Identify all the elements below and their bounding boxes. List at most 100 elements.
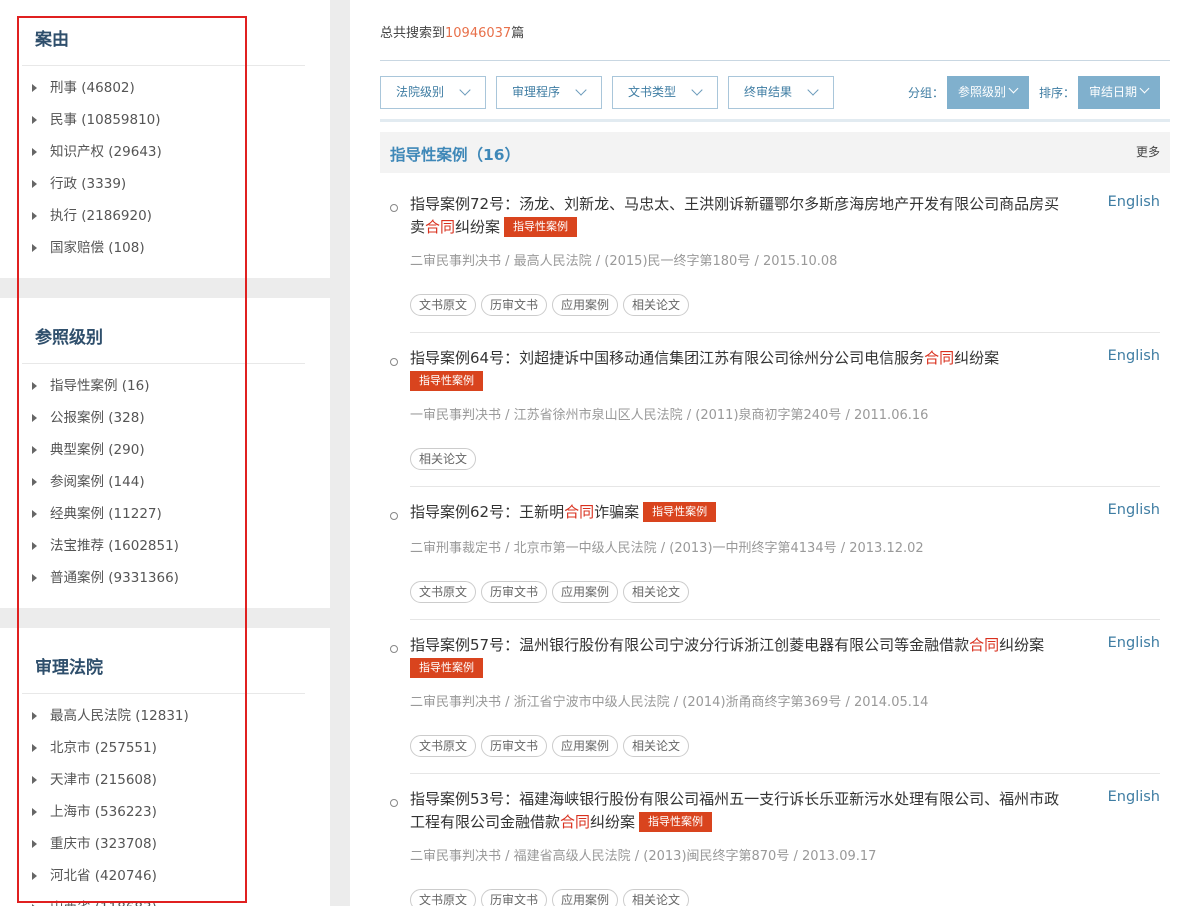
filter-label: 终审结果 xyxy=(744,85,793,99)
case-title-link[interactable]: 指导案例62号：王新明合同诈骗案 指导性案例 xyxy=(410,501,1105,524)
tag-history-documents[interactable]: 历审文书 xyxy=(481,294,548,316)
tag-applied-cases[interactable]: 应用案例 xyxy=(552,735,619,757)
sidebar-item-supreme-court[interactable]: 最高人民法院 (12831) xyxy=(32,700,305,732)
case-meta: 二审刑事裁定书 / 北京市第一中级人民法院 / (2013)一中刑终字第4134… xyxy=(410,541,924,556)
chevron-down-icon xyxy=(575,84,587,96)
tag-original-document[interactable]: 文书原文 xyxy=(410,735,477,757)
sidebar-item-label: 普通案例 (9331366) xyxy=(50,570,179,586)
tag-original-document[interactable]: 文书原文 xyxy=(410,889,477,906)
english-link[interactable]: English xyxy=(1108,348,1160,364)
sidebar-item-beijing[interactable]: 北京市 (257551) xyxy=(32,732,305,764)
english-link[interactable]: English xyxy=(1108,789,1160,805)
sidebar-item-criminal[interactable]: 刑事 (46802) xyxy=(32,72,305,104)
group-value: 参照级别 xyxy=(958,85,1007,99)
sidebar-item-chongqing[interactable]: 重庆市 (323708) xyxy=(32,828,305,860)
sidebar-section-cause: 案由 刑事 (46802) 民事 (10859810) 知识产权 (29643)… xyxy=(0,0,330,278)
sidebar-item-ip[interactable]: 知识产权 (29643) xyxy=(32,136,305,168)
case-title-link[interactable]: 指导案例57号：温州银行股份有限公司宁波分行诉浙江创菱电器有限公司等金融借款合同… xyxy=(410,634,1105,680)
caret-right-icon xyxy=(32,478,37,486)
sidebar-item-label: 民事 (10859810) xyxy=(50,112,161,128)
tag-original-document[interactable]: 文书原文 xyxy=(410,581,477,603)
sidebar-item-label: 上海市 (536223) xyxy=(50,804,157,820)
tag-related-papers[interactable]: 相关论文 xyxy=(623,889,690,906)
filter-bar: 法院级别 审理程序 文书类型 终审结果 分组： 参照级别 排序： 审结日期 xyxy=(380,76,1170,109)
tag-applied-cases[interactable]: 应用案例 xyxy=(552,581,619,603)
case-title-text: 诈骗案 xyxy=(594,503,640,521)
filter-court-level-dropdown[interactable]: 法院级别 xyxy=(380,76,486,109)
group-label: 分组： xyxy=(908,86,945,100)
sort-by-dropdown[interactable]: 审结日期 xyxy=(1078,76,1160,109)
case-tags: 文书原文 历审文书 应用案例 相关论文 xyxy=(410,735,694,757)
sidebar-item-label: 河北省 (420746) xyxy=(50,868,157,884)
sidebar-item-classic-cases[interactable]: 经典案例 (11227) xyxy=(32,498,305,530)
case-title-text: 指导案例72号：汤龙、刘新龙、马忠太、王洪刚诉新疆鄂尔多斯彦海房地产开发有限公司… xyxy=(410,195,1060,213)
sidebar-section-title: 参照级别 xyxy=(22,298,305,364)
tag-applied-cases[interactable]: 应用案例 xyxy=(552,889,619,906)
sidebar-item-state-compensation[interactable]: 国家赔偿 (108) xyxy=(32,232,305,264)
sidebar-item-label: 法宝推荐 (1602851) xyxy=(50,538,179,554)
sidebar-item-hebei[interactable]: 河北省 (420746) xyxy=(32,860,305,892)
tag-original-document[interactable]: 文书原文 xyxy=(410,294,477,316)
filter-document-type-dropdown[interactable]: 文书类型 xyxy=(612,76,718,109)
sidebar-section-title: 案由 xyxy=(22,0,305,66)
category-header: 指导性案例（16） 更多 xyxy=(380,132,1170,173)
english-link[interactable]: English xyxy=(1108,635,1160,651)
sidebar-item-guiding-cases[interactable]: 指导性案例 (16) xyxy=(32,370,305,402)
filter-final-result-dropdown[interactable]: 终审结果 xyxy=(728,76,834,109)
sidebar-item-label: 刑事 (46802) xyxy=(50,80,135,96)
divider xyxy=(380,119,1170,122)
caret-right-icon xyxy=(32,574,37,582)
tag-related-papers[interactable]: 相关论文 xyxy=(410,448,477,470)
caret-right-icon xyxy=(32,840,37,848)
sidebar-section-title: 审理法院 xyxy=(22,628,305,694)
sidebar-item-label: 行政 (3339) xyxy=(50,176,127,192)
sidebar-item-gazette-cases[interactable]: 公报案例 (328) xyxy=(32,402,305,434)
sidebar-item-reference-cases[interactable]: 参阅案例 (144) xyxy=(32,466,305,498)
sidebar-item-recommended[interactable]: 法宝推荐 (1602851) xyxy=(32,530,305,562)
case-meta: 一审民事判决书 / 江苏省徐州市泉山区人民法院 / (2011)泉商初字第240… xyxy=(410,408,929,423)
chevron-down-icon xyxy=(807,84,819,96)
tag-history-documents[interactable]: 历审文书 xyxy=(481,735,548,757)
filter-label: 法院级别 xyxy=(396,85,445,99)
sidebar-item-shanxi[interactable]: 山西省 (118683) xyxy=(32,892,305,906)
sidebar-item-tianjin[interactable]: 天津市 (215608) xyxy=(32,764,305,796)
sidebar-item-ordinary-cases[interactable]: 普通案例 (9331366) xyxy=(32,562,305,594)
case-title-highlight: 合同 xyxy=(564,503,595,521)
sidebar-item-label: 经典案例 (11227) xyxy=(50,506,162,522)
sidebar-item-execution[interactable]: 执行 (2186920) xyxy=(32,200,305,232)
case-tags: 文书原文 历审文书 应用案例 相关论文 xyxy=(410,294,694,316)
case-item: 指导案例53号：福建海峡银行股份有限公司福州五一支行诉长乐亚新污水处理有限公司、… xyxy=(380,788,1160,906)
filter-trial-procedure-dropdown[interactable]: 审理程序 xyxy=(496,76,602,109)
sidebar-item-label: 知识产权 (29643) xyxy=(50,144,162,160)
sidebar-item-administrative[interactable]: 行政 (3339) xyxy=(32,168,305,200)
case-title-highlight: 合同 xyxy=(924,349,955,367)
guiding-case-badge: 指导性案例 xyxy=(410,370,483,391)
more-link[interactable]: 更多 xyxy=(1136,143,1160,160)
case-title-link[interactable]: 指导案例64号：刘超捷诉中国移动通信集团江苏有限公司徐州分公司电信服务合同纠纷案… xyxy=(410,347,1105,393)
caret-right-icon xyxy=(32,180,37,188)
sidebar-item-civil[interactable]: 民事 (10859810) xyxy=(32,104,305,136)
group-by-dropdown[interactable]: 参照级别 xyxy=(947,76,1029,109)
case-title-text: 纠纷案 xyxy=(954,349,1000,367)
case-title-text: 纠纷案 xyxy=(455,218,501,236)
english-link[interactable]: English xyxy=(1108,194,1160,210)
circle-bullet-icon xyxy=(390,358,398,366)
case-title-link[interactable]: 指导案例72号：汤龙、刘新龙、马忠太、王洪刚诉新疆鄂尔多斯彦海房地产开发有限公司… xyxy=(410,193,1105,239)
sort-label: 排序： xyxy=(1039,86,1076,100)
circle-bullet-icon xyxy=(390,799,398,807)
english-link[interactable]: English xyxy=(1108,502,1160,518)
sidebar-item-label: 山西省 (118683) xyxy=(50,892,157,906)
sidebar-item-shanghai[interactable]: 上海市 (536223) xyxy=(32,796,305,828)
sidebar-list: 刑事 (46802) 民事 (10859810) 知识产权 (29643) 行政… xyxy=(22,72,305,264)
caret-right-icon xyxy=(32,446,37,454)
case-title-link[interactable]: 指导案例53号：福建海峡银行股份有限公司福州五一支行诉长乐亚新污水处理有限公司、… xyxy=(410,788,1105,834)
tag-applied-cases[interactable]: 应用案例 xyxy=(552,294,619,316)
tag-history-documents[interactable]: 历审文书 xyxy=(481,889,548,906)
tag-related-papers[interactable]: 相关论文 xyxy=(623,294,690,316)
tag-related-papers[interactable]: 相关论文 xyxy=(623,735,690,757)
sidebar-item-typical-cases[interactable]: 典型案例 (290) xyxy=(32,434,305,466)
case-title-text: 纠纷案 xyxy=(999,636,1045,654)
case-title-text: 指导案例64号：刘超捷诉中国移动通信集团江苏有限公司徐州分公司电信服务 xyxy=(410,349,925,367)
tag-history-documents[interactable]: 历审文书 xyxy=(481,581,548,603)
tag-related-papers[interactable]: 相关论文 xyxy=(623,581,690,603)
